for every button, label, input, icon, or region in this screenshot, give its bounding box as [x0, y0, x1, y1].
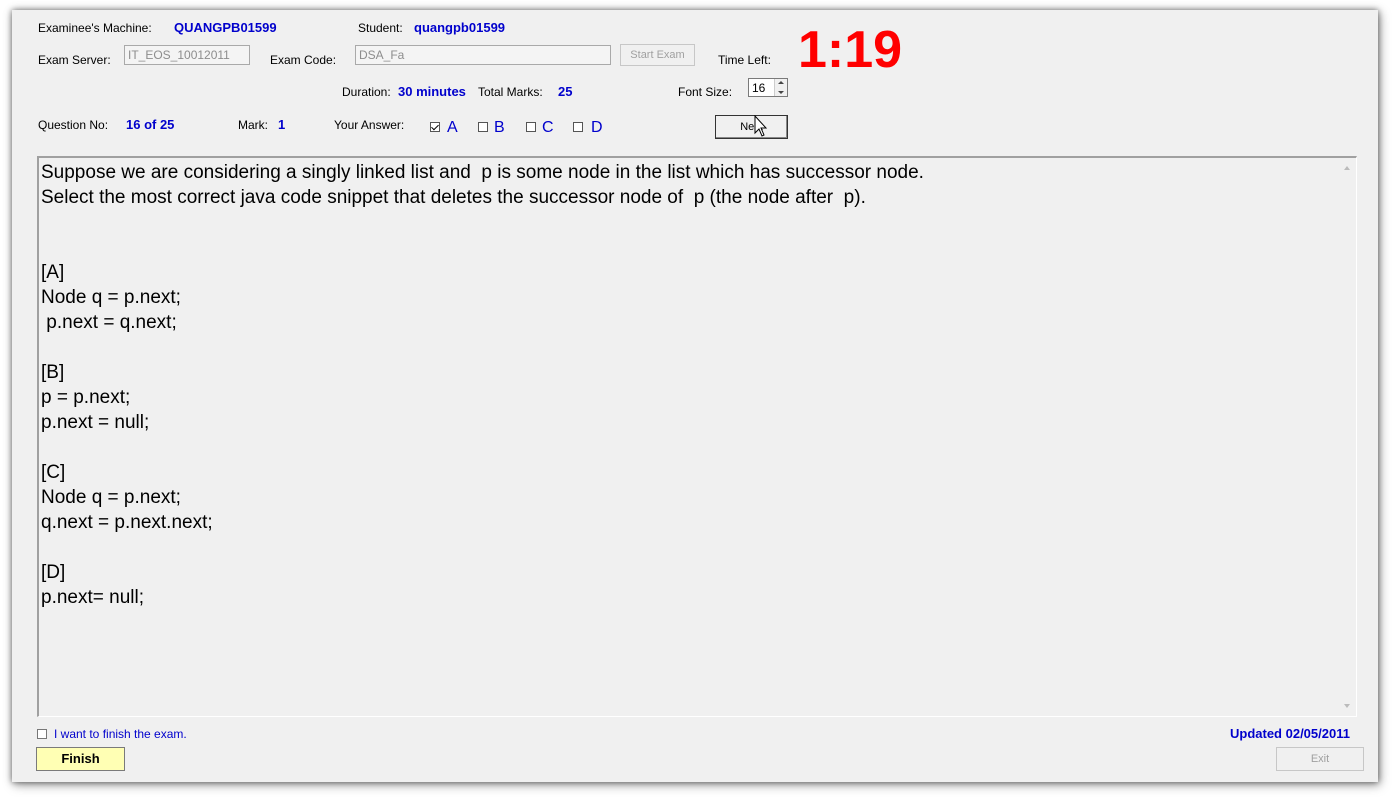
student-value: quangpb01599: [414, 20, 506, 35]
exam-client-window: Examinee's Machine: QUANGPB01599 Student…: [12, 10, 1378, 782]
your-answer-label: Your Answer:: [334, 118, 405, 132]
spin-down-icon[interactable]: [778, 91, 784, 94]
mouse-cursor-icon: [754, 115, 768, 137]
duration-label: Duration:: [342, 85, 391, 99]
font-size-label: Font Size:: [678, 85, 733, 99]
font-size-stepper[interactable]: 16: [748, 78, 788, 97]
scroll-up-icon[interactable]: [1344, 166, 1350, 170]
total-marks-value: 25: [558, 84, 573, 99]
updated-date: Updated 02/05/2011: [1230, 726, 1350, 741]
finish-exam-checkbox[interactable]: [37, 729, 47, 739]
answer-a-checkbox[interactable]: [430, 122, 440, 132]
total-marks-label: Total Marks:: [478, 85, 543, 99]
scroll-down-icon[interactable]: [1344, 704, 1350, 708]
answer-c-checkbox[interactable]: [526, 122, 536, 132]
answer-a-label[interactable]: A: [447, 119, 458, 137]
time-left-label: Time Left:: [718, 53, 771, 67]
time-left-value: 1:19: [798, 21, 903, 79]
finish-button[interactable]: Finish: [36, 747, 125, 771]
student-label: Student:: [358, 21, 403, 35]
machine-label: Examinee's Machine:: [38, 21, 152, 35]
spin-up-icon[interactable]: [778, 81, 784, 84]
mark-label: Mark:: [238, 118, 268, 132]
server-label: Exam Server:: [38, 53, 111, 67]
start-exam-button[interactable]: Start Exam: [620, 44, 695, 66]
answer-d-checkbox[interactable]: [573, 122, 583, 132]
finish-exam-label[interactable]: I want to finish the exam.: [54, 727, 187, 741]
exam-code-field[interactable]: DSA_Fa: [355, 45, 611, 65]
answer-c-label[interactable]: C: [542, 119, 554, 137]
answer-b-label[interactable]: B: [494, 119, 505, 137]
question-pane[interactable]: Suppose we are considering a singly link…: [37, 156, 1357, 717]
next-button[interactable]: Next: [715, 115, 788, 139]
vertical-scrollbar[interactable]: [1339, 158, 1356, 716]
question-no-label: Question No:: [38, 118, 109, 132]
mark-value: 1: [278, 117, 286, 132]
font-size-value: 16: [752, 81, 766, 95]
machine-value: QUANGPB01599: [174, 20, 277, 35]
exit-button[interactable]: Exit: [1276, 747, 1364, 771]
answer-b-checkbox[interactable]: [478, 122, 488, 132]
font-size-spin-buttons[interactable]: [774, 79, 787, 96]
exam-code-label: Exam Code:: [270, 53, 337, 67]
answer-d-label[interactable]: D: [591, 119, 603, 137]
question-no-value: 16 of 25: [126, 117, 175, 132]
question-text: Suppose we are considering a singly link…: [41, 162, 924, 608]
exam-server-field[interactable]: IT_EOS_10012011: [124, 45, 250, 65]
duration-value: 30 minutes: [398, 84, 466, 99]
